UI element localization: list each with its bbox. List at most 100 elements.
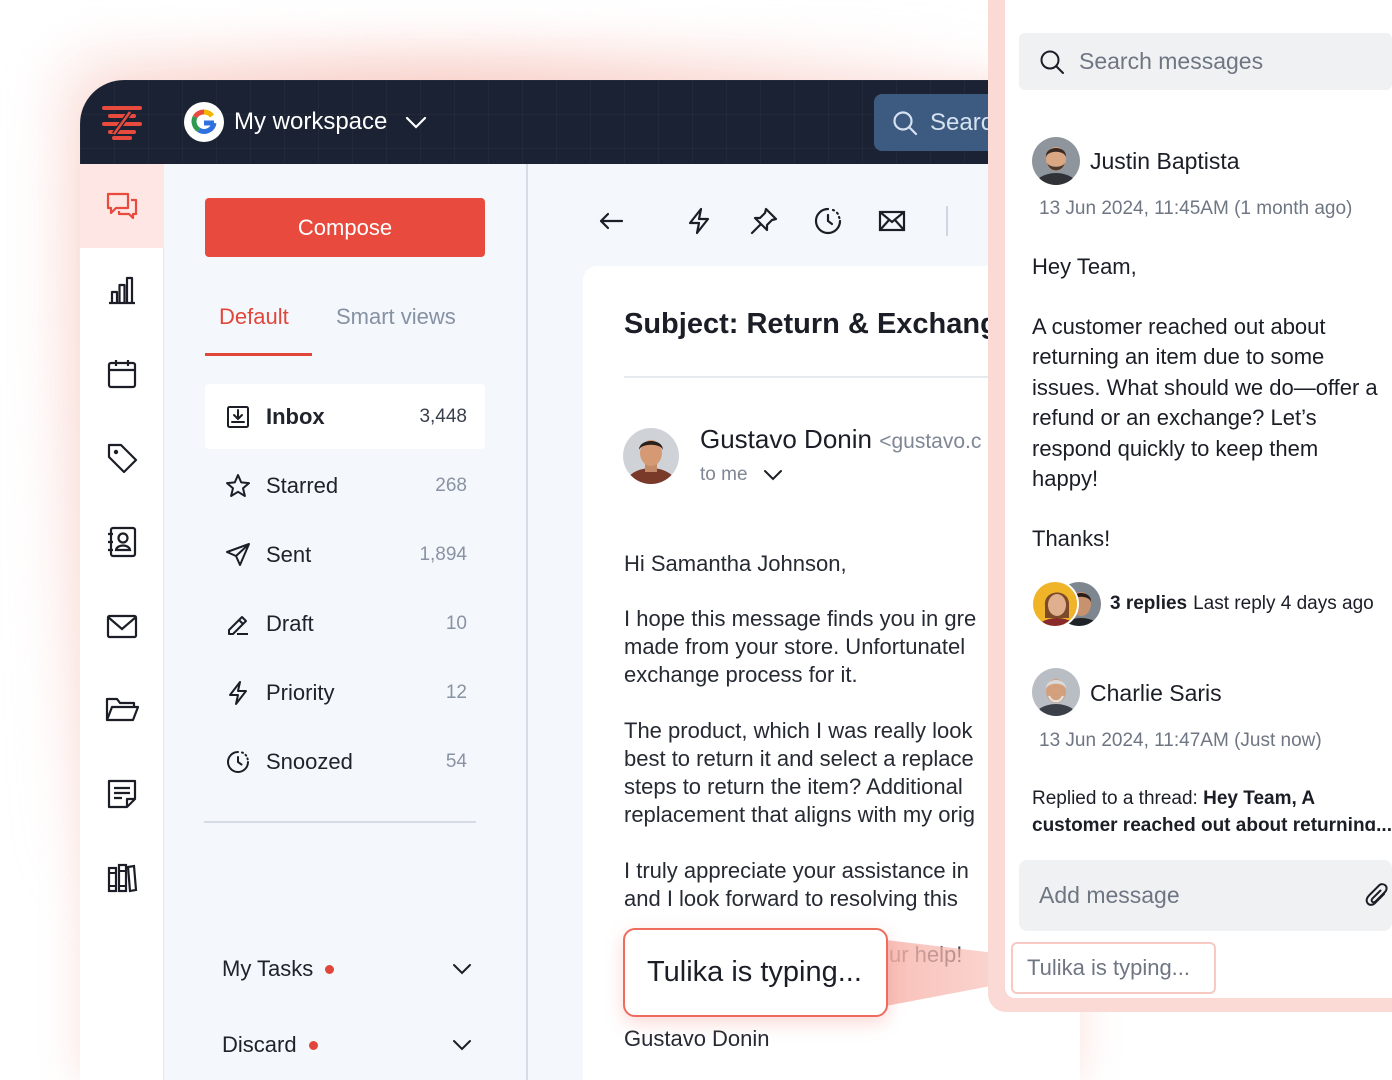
- mark-unread-button[interactable]: [875, 204, 909, 238]
- folder-inbox[interactable]: Inbox 3,448: [205, 384, 485, 449]
- recipient-toggle[interactable]: to me: [700, 464, 784, 486]
- tab-smart-views[interactable]: Smart views: [336, 304, 456, 330]
- message-text: happy!: [1032, 466, 1099, 491]
- last-reply-time: Last reply 4 days ago: [1193, 593, 1374, 614]
- mail-body-line: steps to return the item? Additional: [624, 774, 963, 799]
- section-label: My Tasks: [222, 956, 314, 981]
- lightning-icon: [688, 207, 710, 235]
- mail-body-line: best to return it and select a replace: [624, 746, 974, 771]
- folder-label: Inbox: [266, 403, 325, 429]
- reply-avatars[interactable]: [1031, 580, 1105, 630]
- paperclip-icon[interactable]: [1364, 882, 1390, 910]
- app-rail: [80, 164, 164, 1080]
- contacts-icon: [108, 526, 137, 558]
- sender-name-text: Gustavo Donin: [700, 424, 872, 454]
- folder-count: 268: [435, 474, 467, 496]
- bar-chart-icon: [109, 276, 135, 305]
- message-author[interactable]: Justin Baptista: [1090, 148, 1240, 175]
- folder-count: 3,448: [419, 405, 467, 427]
- mail-icon: [106, 614, 138, 639]
- unread-dot: [308, 1040, 318, 1050]
- top-search-placeholder: Searc: [930, 108, 993, 136]
- chat-search-placeholder: Search messages: [1079, 48, 1264, 74]
- folder-count: 1,894: [419, 543, 467, 565]
- rail-tags[interactable]: [80, 416, 164, 500]
- chat-icon: [106, 192, 138, 220]
- notes-icon: [107, 779, 137, 809]
- app-window: My workspace Searc Compose Default Smart…: [80, 80, 1080, 1080]
- section-discard[interactable]: Discard: [222, 1025, 474, 1065]
- message-text: Hey Team,: [1032, 254, 1137, 279]
- rail-notes[interactable]: [80, 752, 164, 836]
- back-button[interactable]: [594, 204, 628, 238]
- snooze-icon: [225, 749, 251, 775]
- mail-body-line: I hope this message finds you in gre: [624, 606, 977, 631]
- send-icon: [225, 542, 251, 568]
- chevron-down-icon: [406, 116, 427, 129]
- message-author[interactable]: Charlie Saris: [1090, 680, 1222, 707]
- rail-files[interactable]: [80, 668, 164, 752]
- search-icon: [1040, 50, 1064, 74]
- folder-icon: [105, 697, 140, 722]
- folder-count: 10: [445, 612, 467, 634]
- recipient-text: to me: [700, 464, 748, 485]
- rail-calendar[interactable]: [80, 332, 164, 416]
- tag-icon: [107, 443, 138, 474]
- snooze-button[interactable]: [811, 204, 845, 238]
- reply-count: 3 replies: [1110, 593, 1188, 614]
- tab-default[interactable]: Default: [219, 304, 289, 330]
- mail-body-line: Hi Samantha Johnson,: [624, 551, 847, 576]
- mail-body-line: ur help!: [889, 942, 963, 967]
- folder-count: 54: [445, 750, 467, 772]
- brand-logo-icon[interactable]: [80, 80, 164, 164]
- folder-snoozed[interactable]: Snoozed 54: [205, 729, 485, 794]
- avatar[interactable]: [1032, 137, 1080, 185]
- folder-draft[interactable]: Draft 10: [205, 591, 485, 656]
- sender-name[interactable]: Gustavo Donin <gustavo.c: [700, 424, 981, 455]
- chevron-down-icon: [453, 964, 471, 975]
- folder-label: Snoozed: [266, 748, 353, 774]
- toolbar-separator: [946, 206, 948, 236]
- workspace-switcher[interactable]: My workspace: [184, 101, 429, 143]
- rail-mail[interactable]: [80, 584, 164, 668]
- folder-sent[interactable]: Sent 1,894: [205, 522, 485, 587]
- calendar-icon: [107, 360, 137, 389]
- star-icon: [225, 473, 251, 499]
- folder-starred[interactable]: Starred 268: [205, 453, 485, 518]
- folder-priority[interactable]: Priority 12: [205, 660, 485, 725]
- chat-message-input[interactable]: Add message: [1019, 860, 1392, 931]
- workspace-logo-icon: [184, 102, 224, 142]
- message-text: refund or an exchange? Let’s: [1032, 405, 1317, 430]
- rail-library[interactable]: [80, 836, 164, 920]
- mail-body-line: replacement that aligns with my orig: [624, 802, 975, 827]
- thread-reply-note[interactable]: Replied to a thread: Hey Team, A custome…: [1032, 785, 1392, 831]
- pin-button[interactable]: [747, 204, 781, 238]
- section-my-tasks[interactable]: My Tasks: [222, 949, 474, 989]
- message-text: issues. What should we do—offer a: [1032, 375, 1378, 400]
- avatar[interactable]: [1032, 668, 1080, 716]
- avatar: [1031, 580, 1079, 628]
- lightning-icon: [225, 680, 251, 706]
- rail-contacts[interactable]: [80, 500, 164, 584]
- mail-body-line: The product, which I was really look: [624, 718, 973, 743]
- rail-chat[interactable]: [80, 164, 164, 248]
- top-bar: My workspace Searc: [80, 80, 1080, 164]
- inbox-icon: [225, 404, 251, 430]
- pin-icon: [750, 207, 778, 235]
- message-time: 13 Jun 2024, 11:45AM (1 month ago): [1039, 198, 1353, 219]
- back-arrow-icon: [599, 212, 624, 230]
- compose-button[interactable]: Compose: [205, 198, 485, 257]
- pencil-icon: [225, 611, 251, 637]
- replies-link[interactable]: 3 replies Last reply 4 days ago: [1110, 593, 1374, 615]
- chat-message-placeholder: Add message: [1039, 882, 1180, 908]
- avatar[interactable]: [623, 428, 679, 484]
- snooze-icon: [814, 207, 842, 235]
- rail-reports[interactable]: [80, 248, 164, 332]
- mail-body-line: and I look forward to resolving this: [624, 886, 958, 911]
- chat-search-input[interactable]: Search messages: [1019, 33, 1392, 90]
- message-text: Thanks!: [1032, 526, 1111, 551]
- unread-dot: [325, 964, 335, 974]
- search-icon: [893, 110, 918, 135]
- sender-email: <gustavo.c: [879, 430, 982, 453]
- priority-button[interactable]: [682, 204, 716, 238]
